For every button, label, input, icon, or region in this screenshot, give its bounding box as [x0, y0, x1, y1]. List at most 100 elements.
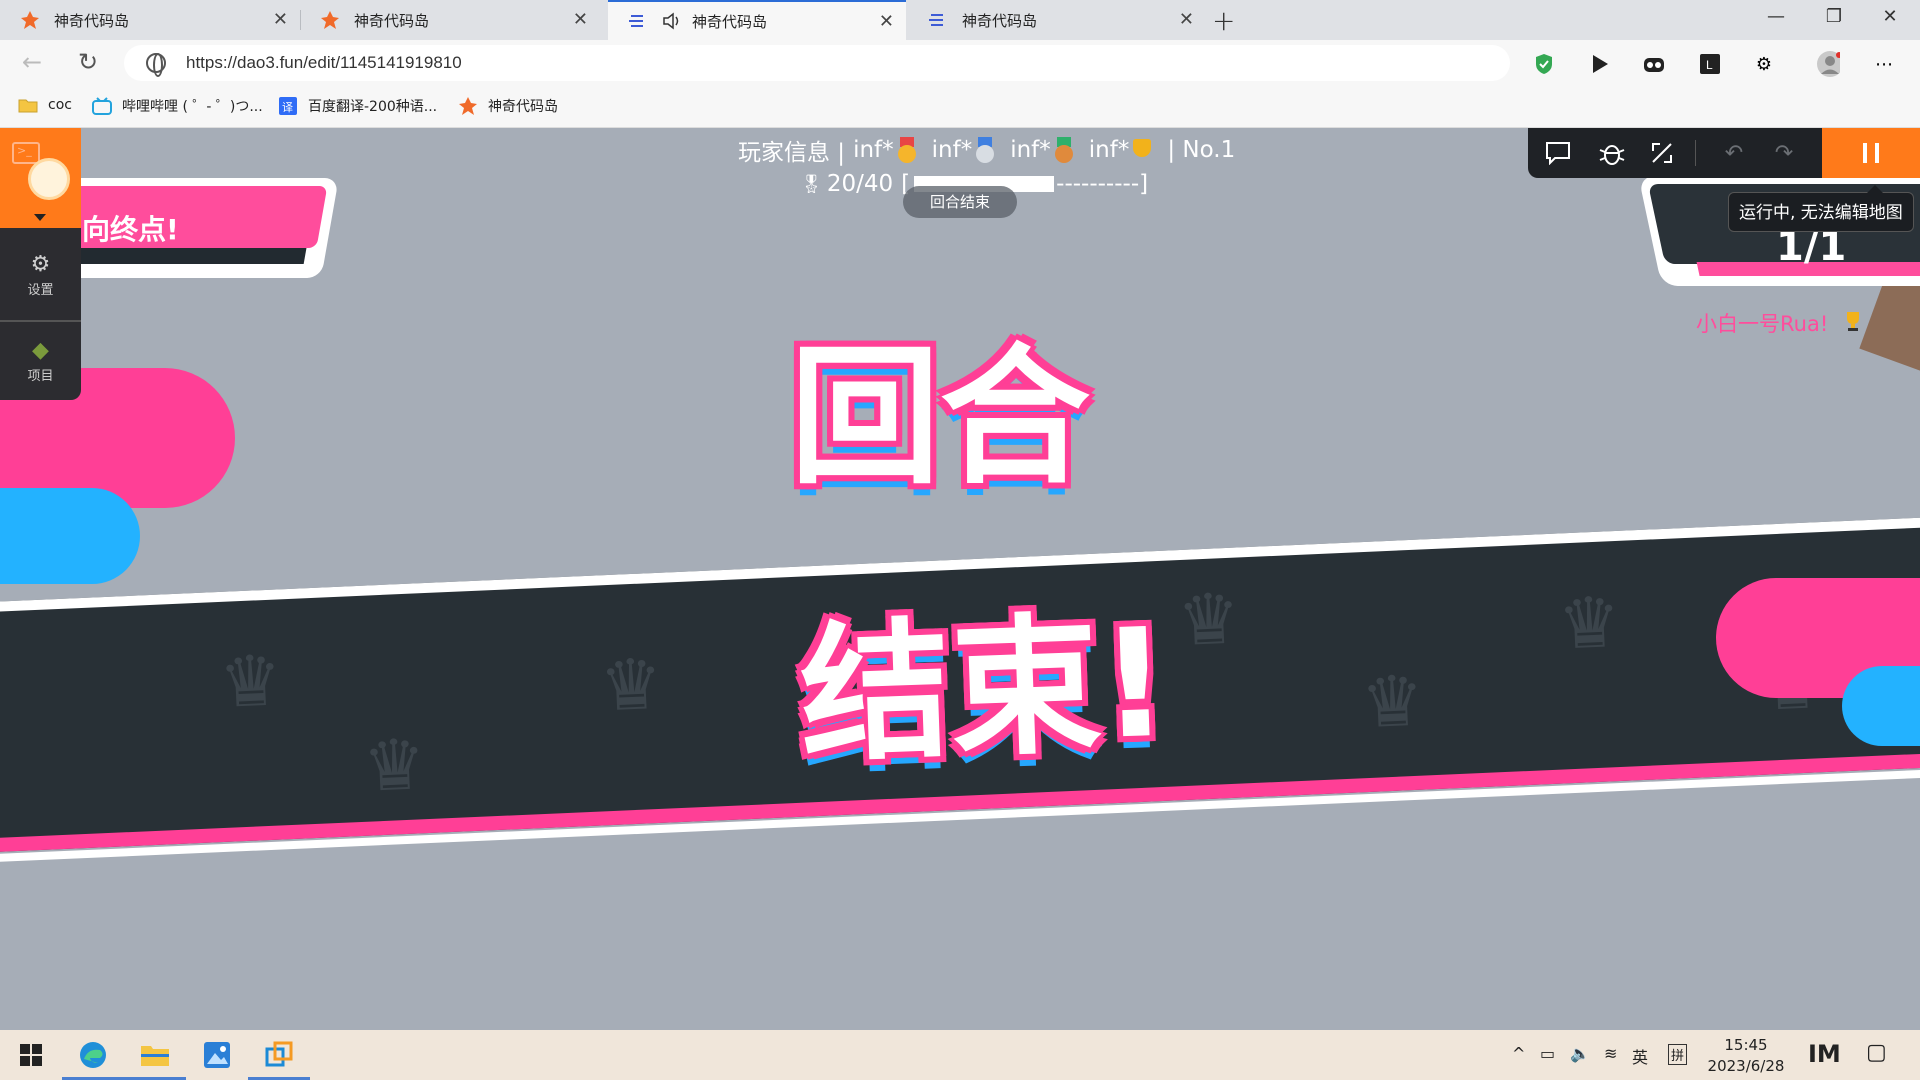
address-bar[interactable]: https://dao3.fun/edit/1145141919810 [124, 45, 1510, 81]
chat-icon[interactable] [1542, 137, 1574, 169]
crown-pattern-icon: ♛ [1175, 577, 1242, 663]
dao3-logo-icon [458, 97, 478, 115]
tab-strip: 神奇代码岛 ✕ 神奇代码岛 ✕ 神奇代码岛 ✕ 神奇代码岛 ✕ + — ❐ ✕ [0, 0, 1920, 40]
play-extension-icon[interactable] [1588, 52, 1612, 76]
stat-value: inf* [1088, 137, 1130, 163]
close-tab-icon[interactable]: ✕ [273, 9, 288, 30]
bookmarks-bar: coc 哔哩哔哩 ( ゜- ゜)つ... 译 百度翻译-200种语... 神奇代… [0, 86, 1920, 128]
wifi-icon[interactable]: ≋ [1604, 1044, 1617, 1063]
browser-tab-2[interactable]: 神奇代码岛 ✕ [300, 0, 600, 40]
volume-icon[interactable]: 🔈 [1570, 1044, 1590, 1063]
l-extension-icon[interactable]: L [1698, 52, 1722, 76]
close-tab-icon[interactable]: ✕ [573, 9, 588, 30]
shield-extension-icon[interactable] [1532, 52, 1556, 76]
crown-pattern-icon: ♛ [361, 723, 428, 808]
im-app-icon[interactable]: IM [1808, 1040, 1841, 1068]
stat-value: inf* [1010, 137, 1051, 163]
back-arrow-icon[interactable]: ← [22, 48, 42, 76]
blue-shape [0, 488, 140, 584]
tab-title: 神奇代码岛 [354, 11, 430, 30]
close-window-icon[interactable]: ✕ [1866, 6, 1914, 27]
profile-avatar-icon[interactable] [1816, 51, 1840, 77]
player-name: 小白一号Rua! [1696, 312, 1829, 336]
bookmark-label: 神奇代码岛 [488, 99, 558, 115]
notification-icon[interactable]: ▢ [1866, 1040, 1887, 1065]
pause-icon-bar [1875, 143, 1879, 163]
undo-icon[interactable]: ↶ [1718, 137, 1750, 169]
close-tab-icon[interactable]: ✕ [879, 11, 894, 32]
globe-icon [146, 53, 166, 77]
dao3-home-button[interactable]: >_ [0, 128, 81, 228]
chevron-down-icon[interactable] [34, 214, 46, 221]
browser-tab-3-active[interactable]: 神奇代码岛 ✕ [608, 0, 906, 40]
round-banner-line2: 结束! [797, 596, 1172, 784]
crown-pattern-icon: ♛ [597, 642, 665, 728]
more-menu-icon[interactable]: ⋯ [1872, 52, 1896, 76]
crown-pattern-icon: ♛ [1556, 580, 1623, 666]
gold-medal-icon [896, 137, 918, 163]
minimize-icon[interactable]: — [1752, 6, 1800, 27]
player-info-line: 玩家信息 | inf* inf* inf* inf* | No.1 [738, 133, 1235, 167]
player-info-prefix: 玩家信息 | [738, 140, 846, 166]
goal-banner-shadow [43, 248, 307, 264]
player-tag: 小白一号Rua! [1696, 308, 1864, 338]
bronze-medal-icon [1053, 137, 1075, 163]
edge-browser-icon[interactable] [62, 1030, 124, 1080]
redo-icon[interactable]: ↷ [1768, 137, 1800, 169]
dao3-logo-icon [20, 10, 40, 30]
project-label: 项目 [27, 369, 54, 384]
debug-bug-icon[interactable] [1596, 137, 1628, 169]
bookmark-label: 哔哩哔哩 ( ゜- ゜)つ... [122, 99, 263, 115]
tab-title: 神奇代码岛 [962, 11, 1038, 30]
bookmark-baidu-translate[interactable]: 译 百度翻译-200种语... [278, 96, 437, 116]
rank-text: | No.1 [1167, 137, 1236, 163]
brown-shape [1859, 273, 1920, 383]
clock-time: 15:45 [1724, 1036, 1768, 1054]
game-viewport[interactable]: ♛ ♛ ♛ ♛ ♛ ♛ ♛ 回合 结束! 向终点! 1/1 小白一号Rua! 玩… [0, 128, 1920, 1030]
stat-value: inf* [853, 137, 894, 163]
settings-label: 设置 [27, 283, 54, 298]
dock-divider [0, 320, 81, 322]
mascot-logo-icon [28, 158, 70, 200]
ime-language[interactable]: 英 [1632, 1044, 1648, 1068]
photos-icon[interactable] [186, 1030, 248, 1080]
project-icon: ◆ [32, 338, 49, 363]
file-explorer-icon[interactable] [124, 1030, 186, 1080]
system-clock[interactable]: 15:45 2023/6/28 [1706, 1035, 1786, 1077]
browser-tab-1[interactable]: 神奇代码岛 ✕ [0, 0, 301, 40]
address-toolbar: ← ↻ https://dao3.fun/edit/1145141919810 … [0, 40, 1920, 86]
clock-date: 2023/6/28 [1707, 1057, 1785, 1075]
stat-value: inf* [931, 137, 973, 163]
tab-title: 神奇代码岛 [692, 12, 768, 31]
browser-tab-4[interactable]: 神奇代码岛 ✕ [908, 0, 1206, 40]
svg-text:L: L [1706, 58, 1713, 72]
new-tab-button[interactable]: + [1212, 4, 1235, 37]
bookmark-coc[interactable]: coc [18, 96, 72, 114]
mask-extension-icon[interactable] [1642, 52, 1666, 76]
goal-text: 向终点! [82, 213, 179, 246]
bookmark-dao3[interactable]: 神奇代码岛 [458, 96, 558, 116]
settings-button[interactable]: ⚙ 设置 [0, 252, 81, 298]
speaker-icon[interactable] [662, 11, 682, 31]
project-button[interactable]: ◆ 项目 [0, 338, 81, 384]
chevron-up-icon[interactable]: ^ [1512, 1044, 1525, 1063]
ime-mode[interactable]: 拼 [1668, 1044, 1688, 1065]
fullscreen-icon[interactable] [1646, 137, 1678, 169]
extensions-puzzle-icon[interactable]: ⚙ [1752, 52, 1776, 76]
dao3-logo-icon [320, 10, 340, 30]
remote-app-icon[interactable] [248, 1030, 310, 1080]
pause-button[interactable] [1822, 128, 1920, 178]
battery-icon[interactable]: ▭ [1540, 1044, 1555, 1063]
windows-start-icon[interactable] [0, 1030, 62, 1080]
baidu-translate-icon: 译 [278, 97, 298, 115]
dao3-editor-icon [928, 10, 948, 30]
bookmark-bilibili[interactable]: 哔哩哔哩 ( ゜- ゜)つ... [92, 96, 263, 116]
url-text[interactable]: https://dao3.fun/edit/1145141919810 [186, 53, 462, 73]
restore-icon[interactable]: ❐ [1810, 6, 1858, 27]
terminal-icon[interactable]: >_ [12, 142, 40, 164]
blue-shape [1842, 666, 1920, 746]
reload-icon[interactable]: ↻ [78, 48, 98, 76]
crown-pattern-icon: ♛ [217, 639, 284, 725]
close-tab-icon[interactable]: ✕ [1179, 9, 1194, 30]
pause-icon [1863, 143, 1867, 163]
